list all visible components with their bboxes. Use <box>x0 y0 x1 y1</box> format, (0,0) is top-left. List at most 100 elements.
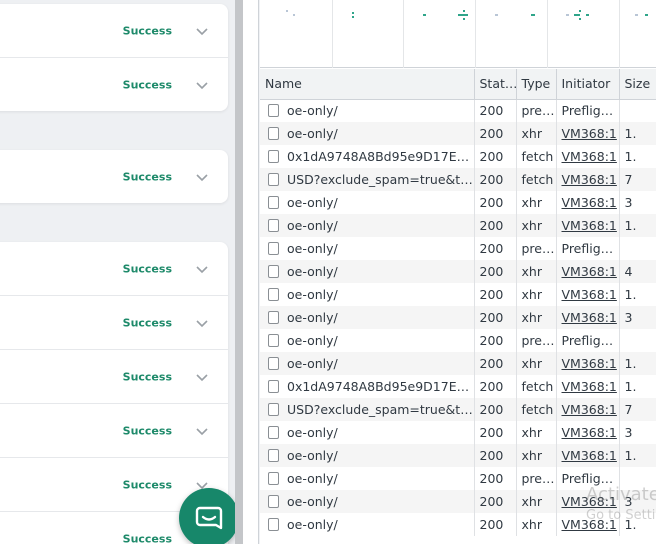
request-name-cell[interactable]: oe-only/ <box>260 214 475 237</box>
transaction-row[interactable]: Success <box>0 296 228 350</box>
table-row[interactable]: oe-only/ 200 xhr VM368:1 4 <box>260 260 656 283</box>
request-checkbox[interactable] <box>268 380 279 393</box>
request-checkbox[interactable] <box>268 288 279 301</box>
initiator-link[interactable]: VM368:1 <box>562 195 617 210</box>
table-row[interactable]: oe-only/ 200 pre… Prefligh… <box>260 329 656 352</box>
table-row[interactable]: oe-only/ 200 xhr VM368:1 1. <box>260 122 656 145</box>
request-name-cell[interactable]: oe-only/ <box>260 283 475 306</box>
request-checkbox[interactable] <box>268 495 279 508</box>
column-header-size[interactable]: Size <box>619 69 656 100</box>
table-row[interactable]: oe-only/ 200 xhr VM368:1 3 <box>260 306 656 329</box>
chevron-down-icon[interactable] <box>196 425 208 437</box>
chat-button[interactable] <box>179 488 235 544</box>
request-name-cell[interactable]: USD?exclude_spam=true&tr… <box>260 398 475 421</box>
request-name-cell[interactable]: 0x1dA9748A8Bd95e9D17E7B… <box>260 375 475 398</box>
chevron-down-icon[interactable] <box>196 317 208 329</box>
column-header-status[interactable]: Stat… <box>474 69 517 100</box>
request-name-cell[interactable]: oe-only/ <box>260 421 475 444</box>
request-name-cell[interactable]: USD?exclude_spam=true&tr… <box>260 168 475 191</box>
request-name-cell[interactable]: oe-only/ <box>260 444 475 467</box>
request-checkbox[interactable] <box>268 311 279 324</box>
request-initiator[interactable]: VM368:1 <box>556 145 620 168</box>
request-initiator[interactable]: VM368:1 <box>556 283 620 306</box>
request-checkbox[interactable] <box>268 518 279 531</box>
request-initiator[interactable]: VM368:1 <box>556 168 620 191</box>
request-checkbox[interactable] <box>268 173 279 186</box>
request-initiator[interactable]: Prefligh… <box>556 329 620 352</box>
request-checkbox[interactable] <box>268 150 279 163</box>
initiator-link[interactable]: VM368:1 <box>562 379 617 394</box>
chevron-down-icon[interactable] <box>196 25 208 37</box>
request-name-cell[interactable]: oe-only/ <box>260 467 475 490</box>
chevron-down-icon[interactable] <box>196 263 208 275</box>
request-name-cell[interactable]: oe-only/ <box>260 306 475 329</box>
request-initiator[interactable]: VM368:1 <box>556 444 620 467</box>
request-initiator[interactable]: VM368:1 <box>556 191 620 214</box>
panel-resize-handle[interactable] <box>235 0 243 544</box>
initiator-link[interactable]: VM368:1 <box>562 448 617 463</box>
request-initiator[interactable]: Prefligh… <box>556 99 620 122</box>
table-row[interactable]: oe-only/ 200 xhr VM368:1 1. <box>260 352 656 375</box>
initiator-link[interactable]: VM368:1 <box>562 287 617 302</box>
request-name-cell[interactable]: oe-only/ <box>260 237 475 260</box>
request-name-cell[interactable]: oe-only/ <box>260 329 475 352</box>
table-row[interactable]: 0x1dA9748A8Bd95e9D17E7B… 200 fetch VM368… <box>260 145 656 168</box>
transaction-row[interactable]: Success <box>0 404 228 458</box>
transaction-row[interactable]: Success <box>0 4 228 58</box>
request-checkbox[interactable] <box>268 449 279 462</box>
table-row[interactable]: USD?exclude_spam=true&tr… 200 fetch VM36… <box>260 168 656 191</box>
column-header-initiator[interactable]: Initiator <box>556 69 620 100</box>
transaction-row[interactable]: Success <box>0 150 228 203</box>
request-checkbox[interactable] <box>268 334 279 347</box>
request-name-cell[interactable]: oe-only/ <box>260 352 475 375</box>
transaction-row[interactable]: Success <box>0 242 228 296</box>
request-initiator[interactable]: VM368:1 <box>556 306 620 329</box>
chevron-down-icon[interactable] <box>196 371 208 383</box>
request-checkbox[interactable] <box>268 104 279 118</box>
request-name-cell[interactable]: oe-only/ <box>260 513 475 536</box>
request-checkbox[interactable] <box>268 403 279 416</box>
table-row[interactable]: USD?exclude_spam=true&tr… 200 fetch VM36… <box>260 398 656 421</box>
chevron-down-icon[interactable] <box>196 79 208 91</box>
request-checkbox[interactable] <box>268 357 279 370</box>
transaction-row[interactable]: Success <box>0 58 228 112</box>
initiator-link[interactable]: VM368:1 <box>562 402 617 417</box>
column-header-type[interactable]: Type <box>516 69 557 100</box>
table-row[interactable]: oe-only/ 200 xhr VM368:1 1. <box>260 444 656 467</box>
request-initiator[interactable]: VM368:1 <box>556 398 620 421</box>
request-checkbox[interactable] <box>268 127 279 140</box>
request-initiator[interactable]: VM368:1 <box>556 421 620 444</box>
request-initiator[interactable]: VM368:1 <box>556 375 620 398</box>
request-initiator[interactable]: VM368:1 <box>556 122 620 145</box>
column-header-name[interactable]: Name <box>260 69 475 100</box>
table-row[interactable]: oe-only/ 200 xhr VM368:1 3 <box>260 421 656 444</box>
transaction-row[interactable]: Success <box>0 350 228 404</box>
request-name-cell[interactable]: 0x1dA9748A8Bd95e9D17E7B… <box>260 145 475 168</box>
initiator-link[interactable]: VM368:1 <box>562 172 617 187</box>
request-initiator[interactable]: VM368:1 <box>556 214 620 237</box>
request-checkbox[interactable] <box>268 265 279 278</box>
request-checkbox[interactable] <box>268 219 279 232</box>
table-row[interactable]: oe-only/ 200 xhr VM368:1 3 <box>260 191 656 214</box>
request-checkbox[interactable] <box>268 242 279 255</box>
request-name-cell[interactable]: oe-only/ <box>260 260 475 283</box>
table-row[interactable]: oe-only/ 200 pre… Prefligh… <box>260 237 656 260</box>
request-checkbox[interactable] <box>268 196 279 209</box>
initiator-link[interactable]: VM368:1 <box>562 264 617 279</box>
request-name-cell[interactable]: oe-only/ <box>260 191 475 214</box>
request-name-cell[interactable]: oe-only/ <box>260 122 475 145</box>
chevron-down-icon[interactable] <box>196 171 208 183</box>
request-name-cell[interactable]: oe-only/ <box>260 490 475 513</box>
initiator-link[interactable]: VM368:1 <box>562 126 617 141</box>
initiator-link[interactable]: VM368:1 <box>562 149 617 164</box>
initiator-link[interactable]: VM368:1 <box>562 310 617 325</box>
table-row[interactable]: oe-only/ 200 xhr VM368:1 1. <box>260 214 656 237</box>
table-row[interactable]: oe-only/ 200 xhr VM368:1 1. <box>260 283 656 306</box>
request-name-cell[interactable]: oe-only/ <box>260 99 475 122</box>
request-initiator[interactable]: VM368:1 <box>556 352 620 375</box>
network-overview-timeline[interactable] <box>260 0 656 68</box>
table-row[interactable]: 0x1dA9748A8Bd95e9D17E7B… 200 fetch VM368… <box>260 375 656 398</box>
request-initiator[interactable]: VM368:1 <box>556 260 620 283</box>
initiator-link[interactable]: VM368:1 <box>562 425 617 440</box>
table-row[interactable]: oe-only/ 200 pre… Prefligh… <box>260 99 656 122</box>
